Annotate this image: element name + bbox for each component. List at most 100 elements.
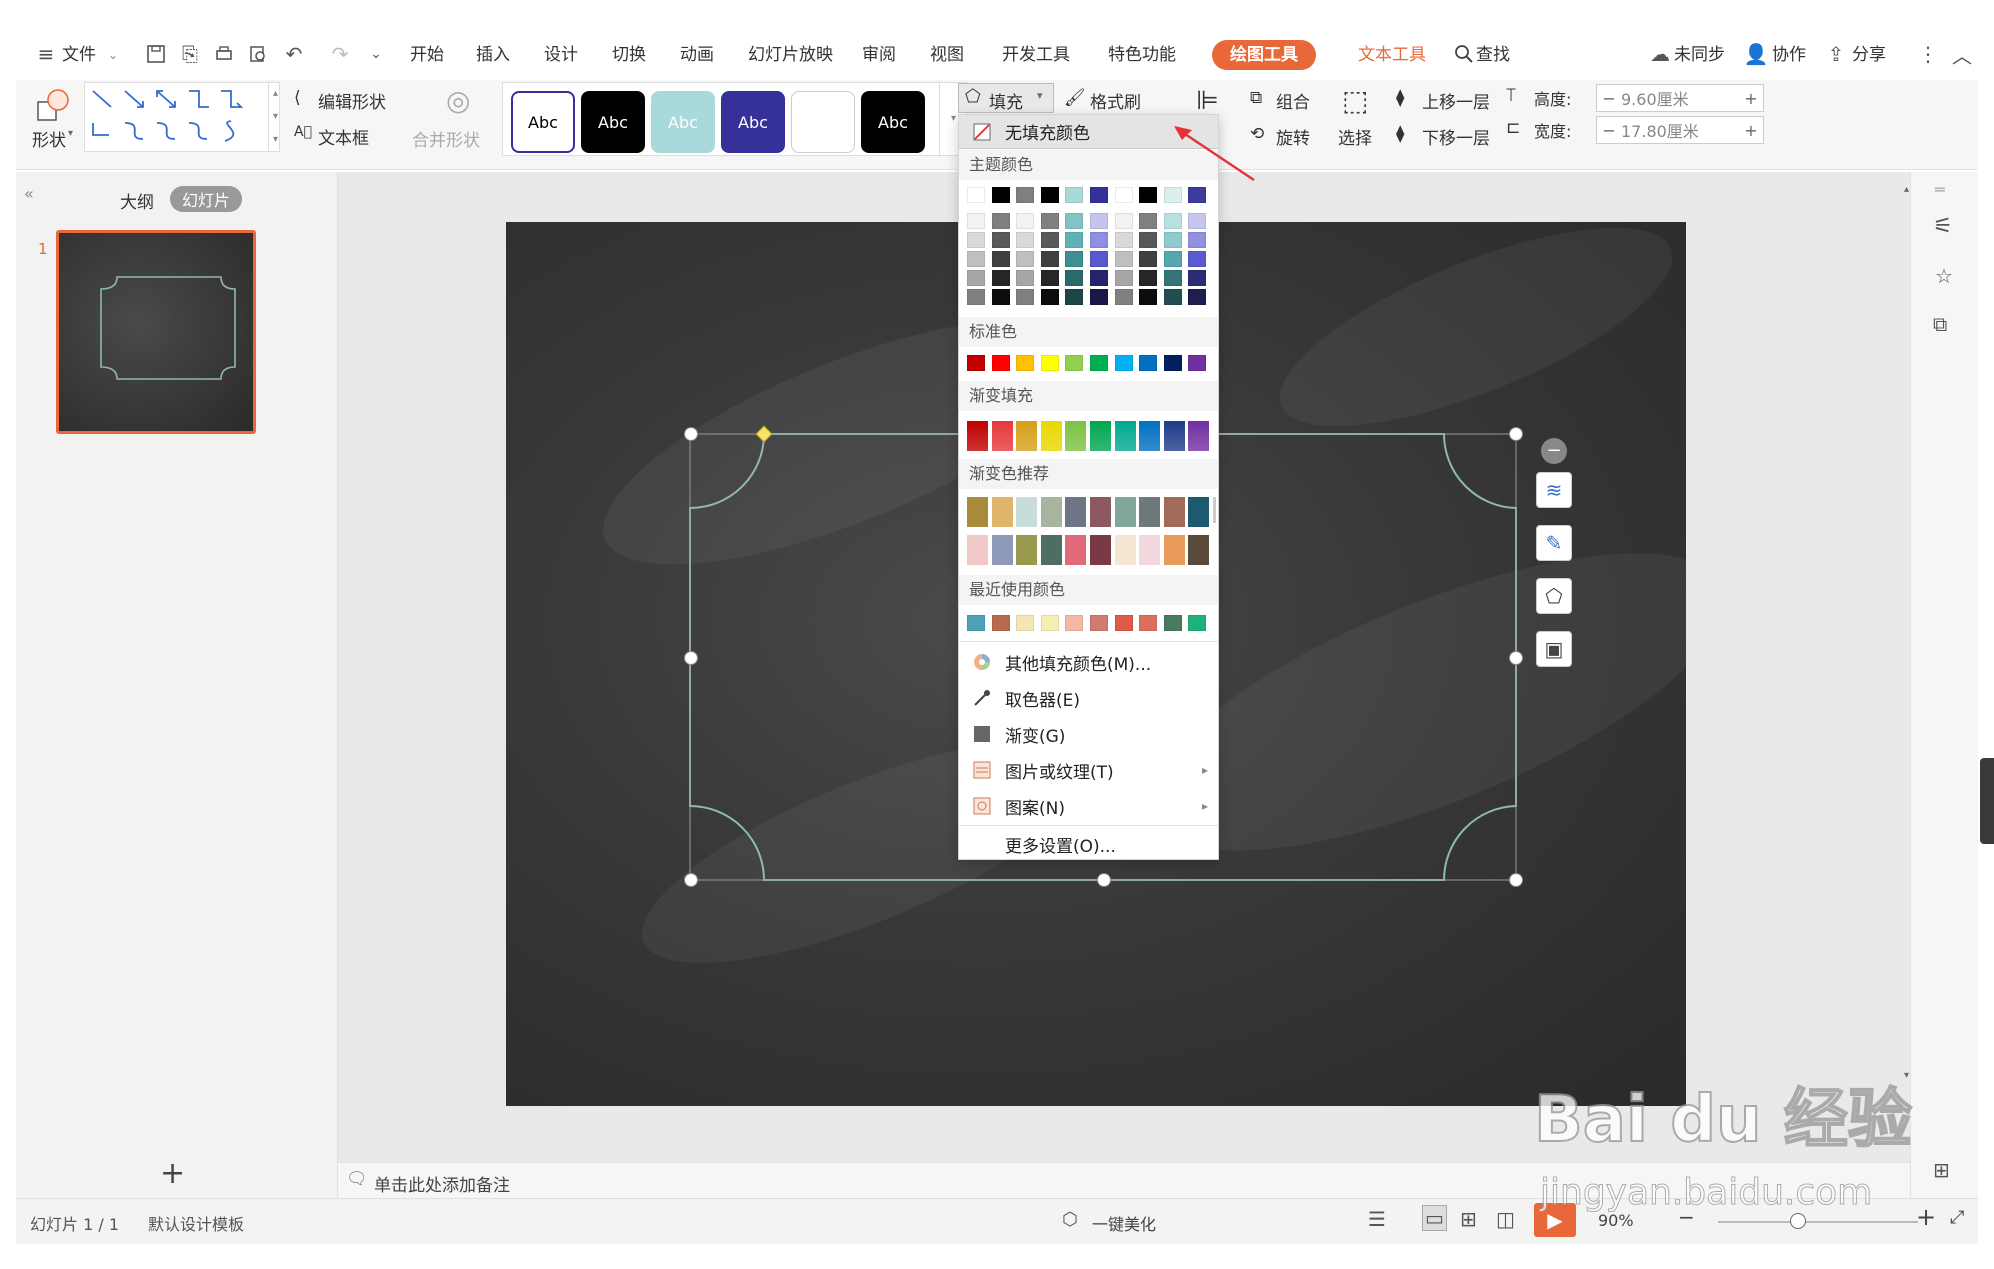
recent-color-swatch[interactable]: [1065, 615, 1084, 631]
theme-color-swatch[interactable]: [1090, 289, 1108, 305]
format-brush-icon[interactable]: 🖌: [1064, 88, 1086, 108]
theme-color-swatch[interactable]: [1090, 187, 1108, 203]
theme-color-swatch[interactable]: [1040, 251, 1059, 267]
theme-color-swatch[interactable]: [1163, 213, 1182, 229]
chevron-down-icon[interactable]: ⌄: [108, 42, 118, 68]
gradient-fill-swatch[interactable]: [991, 421, 1013, 451]
fill-button[interactable]: ⬠ 填充 ▾: [958, 83, 1054, 113]
gradient-recommend-swatch[interactable]: [1163, 497, 1185, 527]
more-fill-colors-item[interactable]: 其他填充颜色(M)...: [959, 645, 1218, 679]
theme-color-swatch[interactable]: [967, 232, 985, 248]
gallery-scroll[interactable]: ▴ ▾ ▾: [268, 82, 282, 152]
theme-color-swatch[interactable]: [1188, 289, 1207, 305]
tab-home[interactable]: 开始: [410, 42, 444, 68]
beautify-icon[interactable]: ⬡: [1062, 1209, 1078, 1230]
gradient-fill-swatch[interactable]: [1139, 421, 1161, 451]
normal-view-icon[interactable]: ▭: [1422, 1205, 1447, 1231]
standard-color-swatch[interactable]: [1163, 355, 1182, 371]
gradient-recommend-swatch[interactable]: [967, 535, 988, 565]
shape-dropdown-icon[interactable]: ▾: [68, 128, 73, 139]
height-field[interactable]: − 9.60厘米 +: [1596, 84, 1764, 112]
style-sample[interactable]: Abc: [511, 91, 575, 153]
gradient-fill-swatch[interactable]: [1065, 421, 1087, 451]
resize-handle[interactable]: [684, 651, 698, 665]
theme-color-swatch[interactable]: [1163, 270, 1182, 286]
recent-color-swatch[interactable]: [991, 615, 1010, 631]
textbox-icon[interactable]: A⃞: [294, 124, 312, 140]
print-preview-icon[interactable]: [244, 40, 272, 68]
theme-color-swatch[interactable]: [1065, 187, 1084, 203]
gradient-recommend-swatch[interactable]: [1040, 497, 1062, 527]
layers-icon[interactable]: ≋: [1536, 472, 1572, 508]
share-button[interactable]: 分享: [1852, 42, 1886, 68]
theme-color-swatch[interactable]: [967, 270, 985, 286]
theme-color-swatch[interactable]: [1114, 213, 1133, 229]
side-widget[interactable]: [1980, 758, 1994, 844]
copy-icon[interactable]: ⧉: [1933, 312, 1947, 336]
select-icon[interactable]: ⬚: [1342, 84, 1368, 117]
gradient-fill-swatch[interactable]: [1090, 421, 1111, 451]
theme-color-swatch[interactable]: [1016, 289, 1035, 305]
pattern-item[interactable]: 图案(N) ▸: [959, 789, 1218, 823]
theme-color-swatch[interactable]: [1188, 213, 1207, 229]
style-sample[interactable]: Abc: [651, 91, 715, 153]
vertical-scrollbar[interactable]: ▴ ▾: [1904, 184, 1912, 1084]
bring-forward-icon[interactable]: ⧫: [1396, 88, 1404, 108]
fill-dropdown-icon[interactable]: ▾: [1037, 89, 1043, 102]
shape-button[interactable]: 形状: [32, 126, 66, 151]
standard-color-swatch[interactable]: [967, 355, 985, 371]
recent-color-swatch[interactable]: [1114, 615, 1133, 631]
theme-color-swatch[interactable]: [1188, 232, 1207, 248]
gradient-recommend-swatch[interactable]: [1016, 535, 1038, 565]
beautify-button[interactable]: 一键美化: [1092, 1211, 1156, 1235]
theme-color-swatch[interactable]: [1114, 289, 1133, 305]
send-backward-icon[interactable]: ⧫: [1396, 124, 1404, 144]
tab-developer[interactable]: 开发工具: [1002, 42, 1070, 68]
grid-icon[interactable]: ⊞: [1933, 1158, 1950, 1182]
send-backward-button[interactable]: 下移一层: [1422, 124, 1490, 149]
tab-slides[interactable]: 幻灯片: [170, 186, 243, 212]
star-icon[interactable]: ☆: [1935, 264, 1953, 288]
gradient-recommend-swatch[interactable]: [1139, 497, 1161, 527]
theme-color-swatch[interactable]: [1188, 187, 1207, 203]
hamburger-icon[interactable]: ≡: [32, 40, 60, 68]
collapse-ribbon-icon[interactable]: ︿: [1948, 40, 1976, 68]
theme-color-swatch[interactable]: [1114, 232, 1133, 248]
theme-color-swatch[interactable]: [967, 187, 985, 203]
gradient-recommend-swatch[interactable]: [1188, 497, 1210, 527]
gradient-fill-swatch[interactable]: [1040, 421, 1062, 451]
theme-color-swatch[interactable]: [1040, 187, 1059, 203]
bring-forward-button[interactable]: 上移一层: [1422, 88, 1490, 113]
picture-texture-item[interactable]: 图片或纹理(T) ▸: [959, 753, 1218, 787]
fit-window-icon[interactable]: ⤢: [1950, 1207, 1964, 1228]
scroll-up-icon[interactable]: ▴: [1904, 184, 1909, 195]
file-menu[interactable]: 文件: [62, 42, 96, 68]
theme-color-swatch[interactable]: [1139, 187, 1158, 203]
gradient-recommend-swatch[interactable]: [991, 497, 1013, 527]
width-increment[interactable]: +: [1739, 121, 1763, 140]
tab-outline[interactable]: 大纲: [120, 188, 154, 213]
gradient-fill-swatch[interactable]: [1016, 421, 1038, 451]
theme-color-swatch[interactable]: [1114, 251, 1133, 267]
width-value[interactable]: 17.80厘米: [1621, 118, 1739, 142]
theme-color-swatch[interactable]: [967, 251, 985, 267]
theme-color-swatch[interactable]: [1188, 251, 1207, 267]
theme-color-swatch[interactable]: [1163, 187, 1182, 203]
theme-color-swatch[interactable]: [1163, 289, 1182, 305]
style-sample[interactable]: Abc: [721, 91, 785, 153]
slide-thumbnail[interactable]: [56, 230, 256, 434]
tab-text-tools[interactable]: 文本工具: [1340, 40, 1444, 70]
resize-handle[interactable]: [1509, 873, 1523, 887]
theme-color-swatch[interactable]: [1016, 232, 1035, 248]
template-name[interactable]: 默认设计模板: [148, 1211, 244, 1235]
gradient-recommend-swatch[interactable]: [1114, 497, 1136, 527]
share-icon[interactable]: ⇪: [1822, 40, 1850, 68]
theme-color-swatch[interactable]: [991, 289, 1010, 305]
outline-pen-icon[interactable]: ✎: [1536, 525, 1572, 561]
theme-color-swatch[interactable]: [991, 187, 1010, 203]
theme-color-swatch[interactable]: [1139, 232, 1158, 248]
collapse-toolbar-icon[interactable]: −: [1541, 438, 1567, 464]
style-sample[interactable]: [791, 91, 855, 153]
notes-placeholder[interactable]: 单击此处添加备注: [374, 1171, 510, 1196]
gradient-recommend-swatch[interactable]: [1163, 535, 1185, 565]
